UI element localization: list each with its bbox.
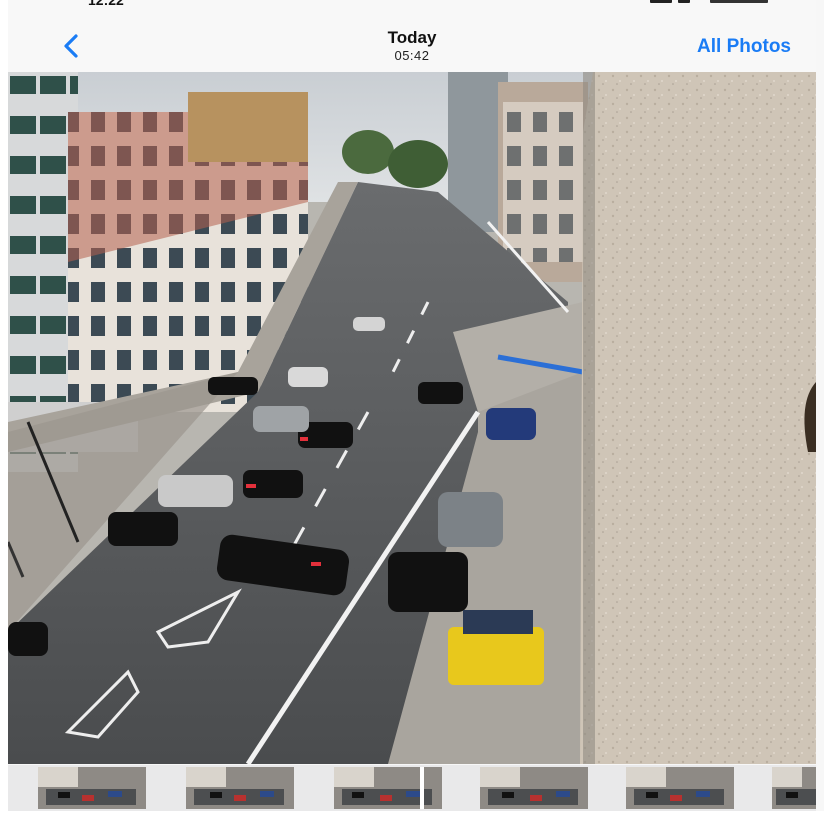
thumbnail-image	[772, 767, 816, 809]
thumbnail-image	[38, 767, 146, 809]
main-photo[interactable]	[8, 72, 816, 764]
thumbnail-image	[626, 767, 734, 809]
thumbnail-item[interactable]	[334, 767, 442, 809]
thumbnail-item[interactable]	[480, 767, 588, 809]
thumbnail-strip	[8, 765, 816, 811]
thumbnail-image	[334, 767, 442, 809]
street-photo-image	[8, 72, 816, 764]
all-photos-button[interactable]: All Photos	[697, 36, 791, 58]
nav-title-group: Today 05:42	[8, 28, 816, 63]
page-subtitle-time: 05:42	[394, 48, 430, 63]
thumbnail-image	[480, 767, 588, 809]
status-time: 12:22	[88, 0, 124, 8]
status-bar: 12:22	[8, 0, 816, 8]
thumbnail-item[interactable]	[186, 767, 294, 809]
status-icons	[650, 0, 770, 4]
thumbnail-item[interactable]	[626, 767, 734, 809]
thumbnail-item[interactable]	[772, 767, 816, 809]
thumbnail-item[interactable]	[38, 767, 146, 809]
thumbnail-image	[186, 767, 294, 809]
bottom-bar	[0, 811, 824, 823]
nav-bar: 12:22 Today 05:42 All Photos	[8, 0, 816, 72]
page-title: Today	[387, 28, 437, 47]
